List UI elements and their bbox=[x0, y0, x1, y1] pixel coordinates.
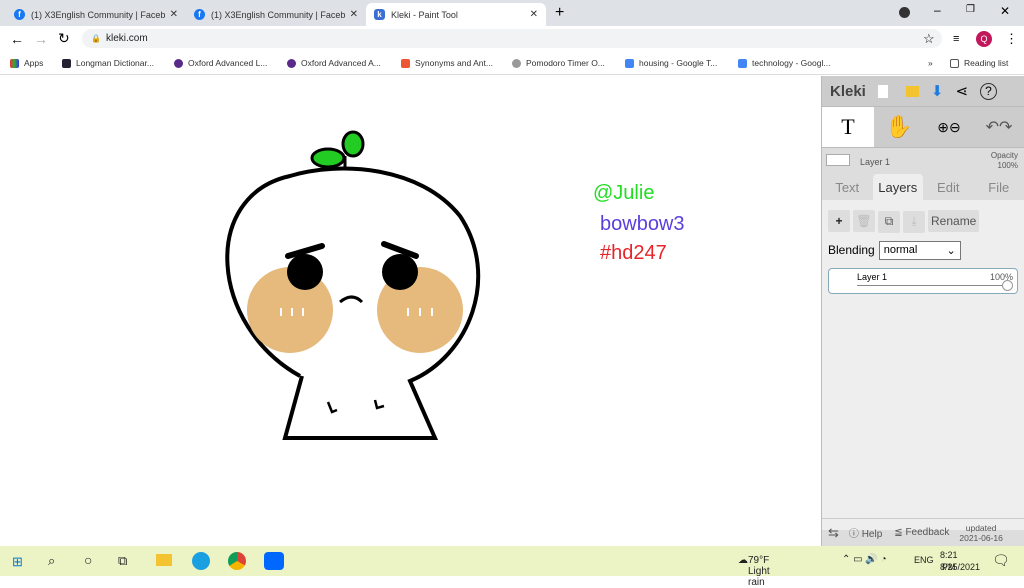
docs-icon bbox=[738, 59, 747, 68]
canvas-text: bowbow3 bbox=[600, 213, 685, 236]
new-image-icon[interactable] bbox=[878, 85, 888, 98]
zoom-buttons[interactable]: ⊕⊖ bbox=[924, 107, 974, 147]
facebook-icon: f bbox=[194, 9, 205, 20]
share-icon[interactable]: ⋖ bbox=[955, 82, 968, 100]
rename-button[interactable]: Rename bbox=[928, 210, 979, 232]
file-explorer-icon[interactable] bbox=[156, 554, 172, 566]
download-icon[interactable]: ⬇ bbox=[931, 82, 944, 100]
bookmark[interactable]: Oxford Advanced A... bbox=[287, 58, 381, 68]
bookmark[interactable]: Synonyms and Ant... bbox=[401, 58, 493, 68]
oxford-icon bbox=[174, 59, 183, 68]
feedback-button[interactable]: ≦ Feedback bbox=[894, 527, 949, 538]
pomodoro-icon bbox=[512, 59, 521, 68]
media-icon[interactable]: ≡ bbox=[953, 33, 959, 45]
lock-icon: 🔒 bbox=[91, 29, 101, 48]
cortana-icon[interactable]: ○ bbox=[84, 552, 92, 568]
close-tab-icon[interactable]: ✕ bbox=[530, 9, 538, 20]
help-icon[interactable]: ? bbox=[980, 83, 997, 100]
kleki-icon: k bbox=[374, 9, 385, 20]
text-tool-button[interactable]: T bbox=[822, 107, 874, 147]
kleki-logo: Kleki bbox=[830, 83, 866, 100]
browser-tab[interactable]: f(1) X3English Community | Faceb✕ bbox=[6, 3, 186, 26]
reading-list-button[interactable]: Reading list bbox=[950, 58, 1008, 68]
new-tab-button[interactable]: + bbox=[555, 4, 564, 22]
longman-icon bbox=[62, 59, 71, 68]
drawing bbox=[0, 76, 821, 546]
updated-info: updated2021-06-16 bbox=[959, 523, 1002, 543]
merge-layer-button[interactable]: ⤓ bbox=[903, 211, 925, 233]
zalo-icon[interactable] bbox=[264, 552, 284, 570]
search-icon[interactable]: ⌕ bbox=[48, 553, 55, 569]
bookmark[interactable]: Longman Dictionar... bbox=[62, 58, 154, 68]
close-tab-icon[interactable]: ✕ bbox=[170, 9, 178, 20]
facebook-icon: f bbox=[14, 9, 25, 20]
windows-start-icon[interactable]: ⊞ bbox=[12, 554, 23, 570]
notifications-icon[interactable]: 🗨 bbox=[992, 552, 1010, 569]
help-button[interactable]: ⓘ Help bbox=[849, 525, 882, 540]
chevron-down-icon: ⌄ bbox=[947, 244, 956, 257]
back-icon[interactable]: ← bbox=[10, 31, 24, 47]
layer-thumbnail bbox=[826, 154, 850, 166]
restore-button[interactable]: ❐ bbox=[966, 4, 975, 15]
blending-select[interactable]: normal⌄ bbox=[879, 241, 961, 260]
star-icon[interactable]: ☆ bbox=[923, 31, 935, 47]
undo-redo-icon[interactable]: ↶↷ bbox=[974, 107, 1024, 147]
docs-icon bbox=[625, 59, 634, 68]
weather-widget[interactable]: ☁ 79°F Light rain bbox=[738, 555, 748, 566]
tab-text[interactable]: Text bbox=[822, 174, 873, 200]
opacity-slider-handle[interactable] bbox=[1002, 280, 1013, 291]
avatar[interactable]: Q bbox=[976, 31, 992, 47]
browser-tab-active[interactable]: kKleki - Paint Tool✕ bbox=[366, 3, 546, 26]
bookmark[interactable]: technology - Googl... bbox=[738, 58, 830, 68]
language-indicator[interactable]: ENG bbox=[914, 555, 934, 565]
apps-icon bbox=[10, 59, 19, 68]
layer-item[interactable]: Layer 1 100% bbox=[828, 268, 1018, 294]
tab-edit[interactable]: Edit bbox=[923, 174, 974, 200]
edge-icon[interactable] bbox=[192, 552, 210, 570]
canvas-text: #hd247 bbox=[600, 242, 667, 265]
bookmark[interactable]: Oxford Advanced L... bbox=[174, 58, 267, 68]
add-layer-button[interactable]: + bbox=[828, 210, 850, 232]
close-window-button[interactable]: ✕ bbox=[1000, 4, 1010, 18]
swap-side-icon[interactable]: ⇆ bbox=[828, 525, 839, 541]
opacity-readout: Opacity100% bbox=[991, 151, 1018, 171]
hand-tool-icon[interactable]: ✋ bbox=[874, 107, 924, 147]
thesaurus-icon bbox=[401, 59, 410, 68]
open-folder-icon[interactable] bbox=[906, 86, 919, 97]
tab-file[interactable]: File bbox=[974, 174, 1024, 200]
more-bookmarks-icon[interactable]: » bbox=[928, 58, 933, 68]
tab-bar: f(1) X3English Community | Faceb✕ f(1) X… bbox=[0, 0, 1024, 26]
drawing-canvas[interactable]: @Julie bowbow3 #hd247 bbox=[0, 76, 821, 546]
taskbar: ⊞ ⌕ ○ ⧉ ☁ 79°F Light rain ⌃ ▭ 🔊 ◔ ENG 8:… bbox=[0, 546, 1024, 576]
blending-label: Blending bbox=[828, 243, 875, 257]
reload-icon[interactable]: ↻ bbox=[58, 30, 70, 47]
reading-list-icon bbox=[950, 59, 959, 68]
delete-layer-button[interactable]: 🗑 bbox=[853, 210, 875, 232]
extension-icon[interactable] bbox=[899, 7, 910, 18]
opacity-slider[interactable] bbox=[857, 285, 1007, 286]
canvas-text: @Julie bbox=[593, 182, 654, 205]
kleki-panel: Kleki ⬇ ⋖ ? T ✋ ⊕⊖ ↶↷ Layer 1 Opacity100… bbox=[821, 76, 1024, 546]
bookmark-apps[interactable]: Apps bbox=[10, 58, 43, 68]
tab-layers[interactable]: Layers bbox=[873, 174, 924, 200]
system-tray-icons[interactable]: ⌃ ▭ 🔊 ◔ bbox=[842, 554, 887, 565]
current-layer-name: Layer 1 bbox=[860, 157, 890, 167]
bookmarks-bar: Apps Longman Dictionar... Oxford Advance… bbox=[0, 51, 1024, 75]
address-bar-row: ← → ↻ 🔒kleki.com ☆ ≡ Q ⋮ bbox=[0, 26, 1024, 51]
bookmark[interactable]: housing - Google T... bbox=[625, 58, 717, 68]
chrome-icon[interactable] bbox=[228, 552, 246, 570]
close-tab-icon[interactable]: ✕ bbox=[350, 9, 358, 20]
browser-tab[interactable]: f(1) X3English Community | Faceb✕ bbox=[186, 3, 366, 26]
task-view-icon[interactable]: ⧉ bbox=[118, 553, 127, 569]
url-input[interactable]: 🔒kleki.com bbox=[82, 29, 942, 48]
forward-icon[interactable]: → bbox=[34, 31, 48, 47]
bookmark[interactable]: Pomodoro Timer O... bbox=[512, 58, 605, 68]
minimize-button[interactable]: – bbox=[934, 3, 941, 17]
menu-icon[interactable]: ⋮ bbox=[1005, 31, 1018, 47]
duplicate-layer-button[interactable]: ⧉ bbox=[878, 211, 900, 233]
oxford-icon bbox=[287, 59, 296, 68]
